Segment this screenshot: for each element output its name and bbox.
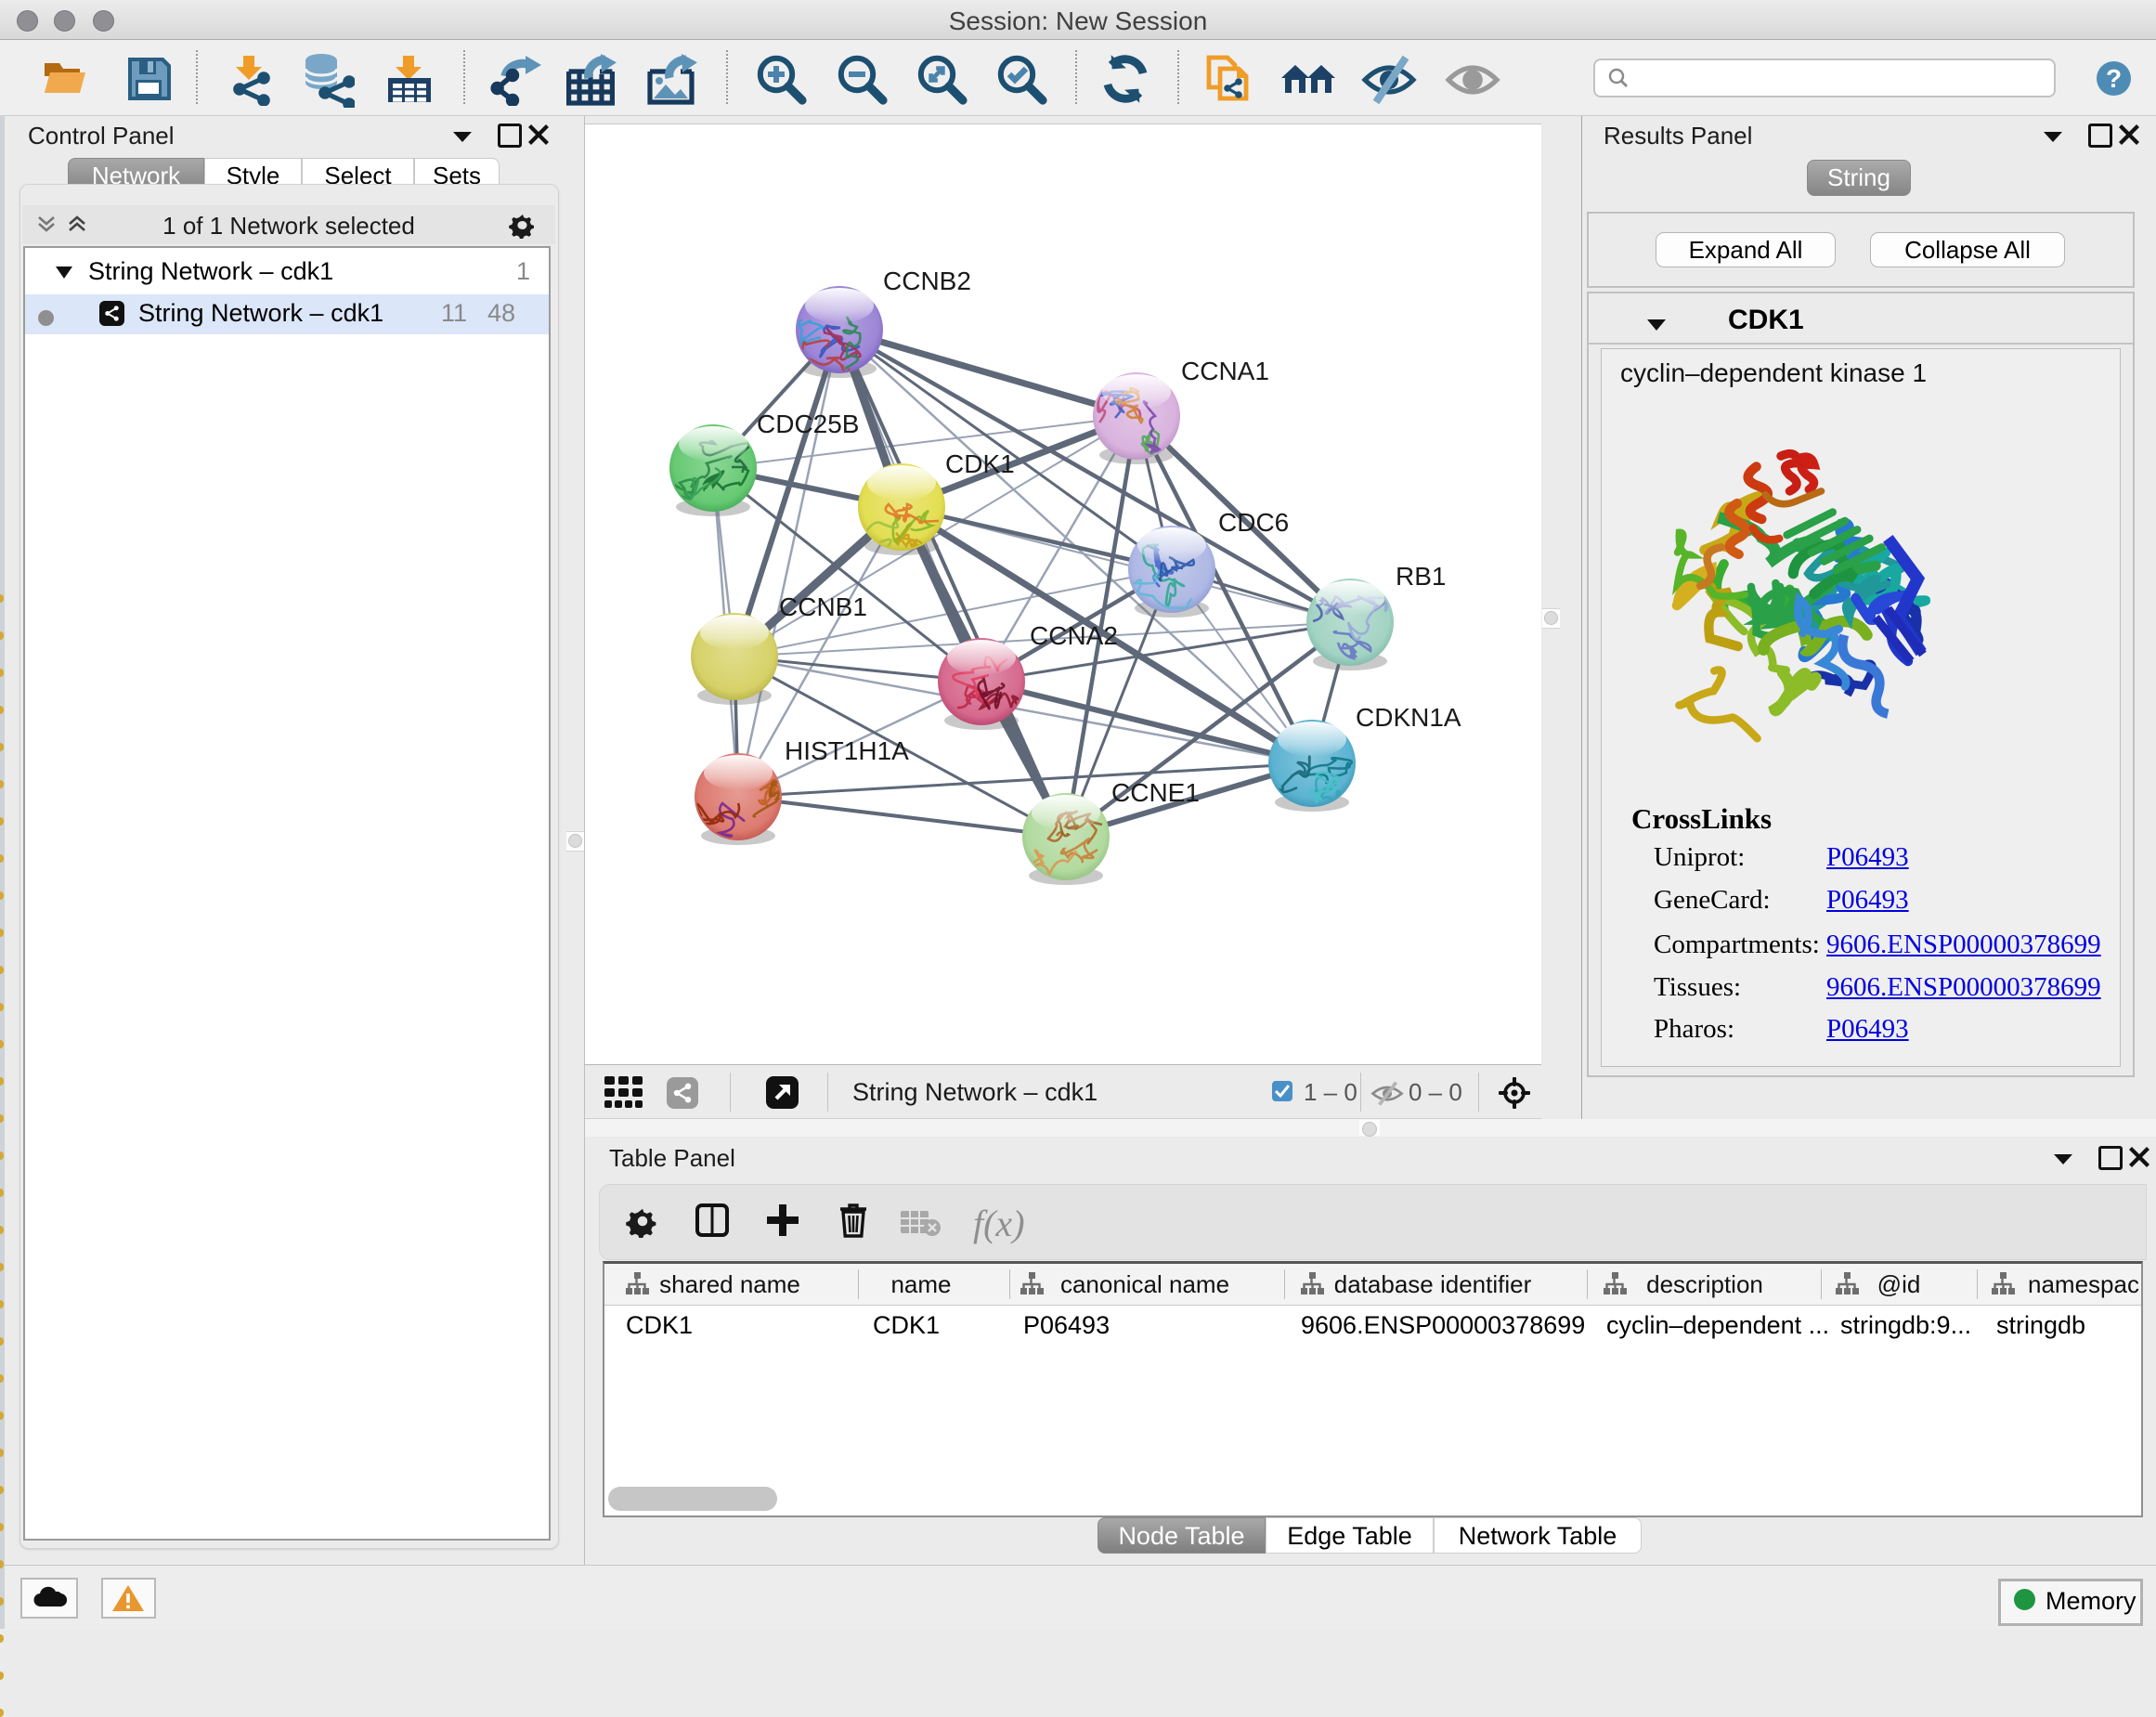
svg-text:HIST1H1A: HIST1H1A	[785, 736, 909, 765]
svg-text:CCNA2: CCNA2	[1030, 621, 1118, 650]
svg-text:CCNB2: CCNB2	[883, 267, 971, 295]
svg-text:CCNE1: CCNE1	[1111, 778, 1200, 807]
svg-text:CCNB1: CCNB1	[779, 592, 867, 621]
svg-text:CDC6: CDC6	[1218, 508, 1289, 537]
svg-text:CCNA1: CCNA1	[1181, 357, 1269, 385]
svg-text:RB1: RB1	[1396, 562, 1446, 591]
svg-text:CDC25B: CDC25B	[757, 410, 859, 438]
svg-text:CDK1: CDK1	[945, 449, 1015, 478]
svg-text:CDKN1A: CDKN1A	[1356, 703, 1461, 732]
